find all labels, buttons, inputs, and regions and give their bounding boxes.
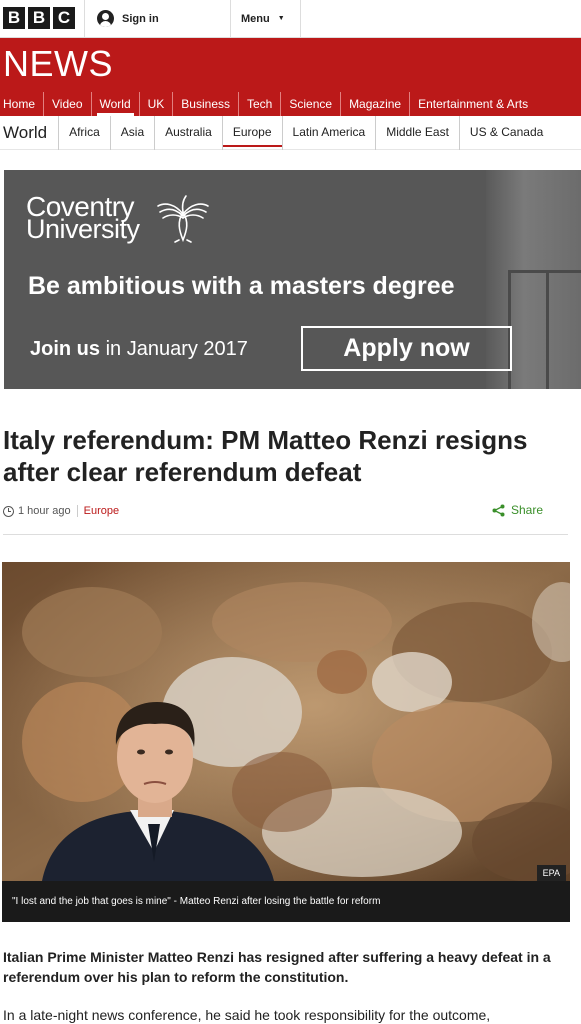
nav-item-science[interactable]: Science <box>280 92 340 116</box>
nav-item-uk[interactable]: UK <box>138 92 173 116</box>
subnav-item-asia[interactable]: Asia <box>109 115 154 150</box>
top-bar: B B C Sign in Menu ▼ <box>0 0 581 38</box>
menu-label: Menu <box>241 12 270 25</box>
user-icon <box>97 10 114 27</box>
caret-down-icon: ▼ <box>277 15 285 22</box>
image-credit: EPA <box>536 865 566 881</box>
article-timestamp: 1 hour ago <box>18 505 71 517</box>
bbc-logo-letter: B <box>28 7 50 29</box>
phoenix-icon <box>157 195 209 243</box>
section-title[interactable]: World <box>0 123 58 143</box>
subnav-item-latin-america[interactable]: Latin America <box>281 115 376 150</box>
news-logo[interactable]: NEWS <box>3 43 113 85</box>
meta-divider <box>76 505 78 517</box>
nav-item-tech[interactable]: Tech <box>238 92 280 116</box>
apply-now-button[interactable]: Apply now <box>301 326 512 371</box>
article-headline: Italy referendum: PM Matteo Renzi resign… <box>3 425 528 487</box>
subnav-item-africa[interactable]: Africa <box>58 115 110 150</box>
advert-banner[interactable]: Coventry University Be ambitious with a … <box>4 170 581 389</box>
ad-join-bold: Join us <box>30 338 101 360</box>
ad-join-rest: in January 2017 <box>100 338 248 360</box>
bbc-logo[interactable]: B B C <box>0 0 85 37</box>
bbc-logo-letter: B <box>3 7 25 29</box>
article-meta: 1 hour ago Europe Share <box>3 503 563 519</box>
article-section-link[interactable]: Europe <box>84 505 119 517</box>
subnav-item-us-canada[interactable]: US & Canada <box>458 115 553 150</box>
nav-item-entertainment-arts[interactable]: Entertainment & Arts <box>409 92 536 116</box>
news-brand-band: NEWS <box>0 38 581 92</box>
sign-in-button[interactable]: Sign in <box>85 0 231 37</box>
bbc-logo-letter: C <box>53 7 75 29</box>
nav-item-magazine[interactable]: Magazine <box>340 92 409 116</box>
nav-item-home[interactable]: Home <box>0 92 43 116</box>
renzi-painting-photo <box>2 562 570 881</box>
subnav-item-australia[interactable]: Australia <box>154 115 222 150</box>
share-button[interactable]: Share <box>492 503 543 517</box>
photo-caption: "I lost and the job that goes is mine" -… <box>2 881 570 922</box>
primary-nav: Home Video World UK Business Tech Scienc… <box>0 92 581 116</box>
nav-item-world[interactable]: World <box>90 92 139 116</box>
article-photo: EPA <box>2 562 570 881</box>
subnav-item-europe[interactable]: Europe <box>221 115 282 150</box>
meta-rule <box>3 534 568 535</box>
ad-logo-line2: University <box>26 214 140 244</box>
secondary-nav: World Africa Asia Australia Europe Latin… <box>0 115 581 150</box>
sign-in-label: Sign in <box>122 12 159 25</box>
subnav-item-middle-east[interactable]: Middle East <box>375 115 459 150</box>
ad-headline: Be ambitious with a masters degree <box>28 272 455 300</box>
nav-item-video[interactable]: Video <box>43 92 90 116</box>
ad-join-text: Join us in January 2017 <box>30 338 248 361</box>
share-icon <box>492 504 505 516</box>
share-label: Share <box>510 503 543 517</box>
article-body: In a late-night news conference, he said… <box>3 1007 491 1023</box>
coventry-university-logo: Coventry University <box>26 193 140 244</box>
nav-item-business[interactable]: Business <box>172 92 238 116</box>
clock-icon <box>3 505 14 517</box>
article-intro: Italian Prime Minister Matteo Renzi has … <box>3 949 551 985</box>
menu-button[interactable]: Menu ▼ <box>231 0 301 37</box>
